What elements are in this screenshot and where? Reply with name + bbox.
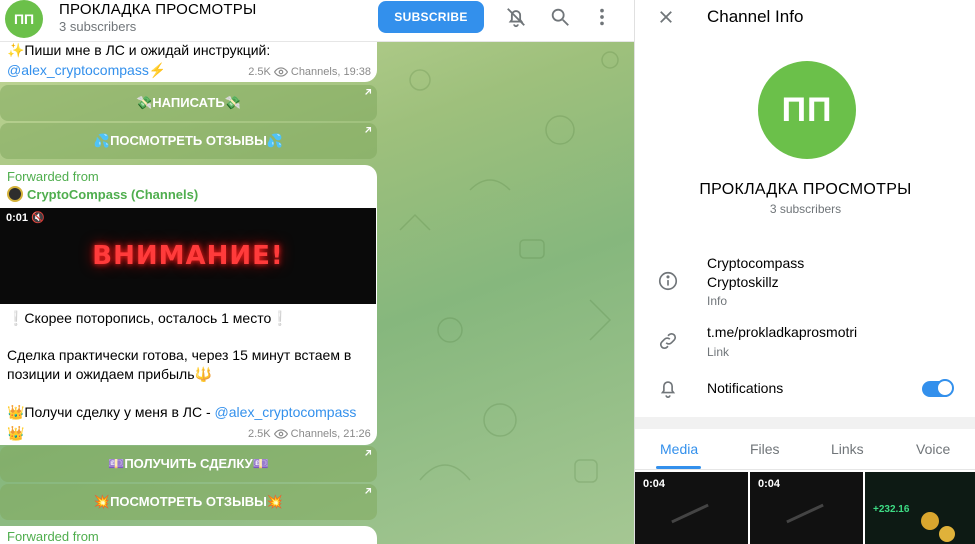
message-text: 👑Получи сделку у меня в ЛС - @alex_crypt… [7,403,375,422]
media-coin [921,512,939,530]
source-avatar [7,186,23,202]
info-label: Info [707,294,728,308]
more-vertical-icon[interactable] [591,6,613,28]
message-text: 👑 [7,425,25,441]
forwarded-source[interactable]: CryptoCompass (Channels) [7,186,198,202]
bell-off-icon[interactable] [505,6,527,28]
message-prefix: 👑Получи сделку у меня в ЛС - [7,404,215,420]
media-thumb[interactable]: +232.16 [865,472,975,544]
message-meta: 2.5K Channels, 19:38 [248,66,371,78]
eye-icon [273,429,288,439]
chat-header: ПП ПРОКЛАДКА ПРОСМОТРЫ 3 subscribers SUB… [0,0,634,42]
message-mention-line: @alex_cryptocompass⚡ [7,61,166,80]
mention-link[interactable]: @alex_cryptocompass [215,404,357,420]
views-count: 2.5K [248,428,271,440]
channel-link[interactable]: t.me/prokladkaprosmotri [707,323,857,342]
panel-title: Channel Info [707,7,804,26]
channel-avatar[interactable]: ПП [5,0,43,38]
external-arrow-icon [365,88,372,95]
reviews-button-label: 💦ПОСМОТРЕТЬ ОТЗЫВЫ💦 [93,133,284,148]
eye-icon [273,67,288,77]
media-streak [786,503,824,524]
message-text: ✨Пиши мне в ЛС и ожидай инструкций: [7,42,271,58]
media-duration: 0:04 [758,478,781,490]
channel-info-panel: Channel Info ПП ПРОКЛАДКА ПРОСМОТРЫ 3 su… [634,0,975,544]
reviews-button-label: 💥ПОСМОТРЕТЬ ОТЗЫВЫ💥 [93,494,284,509]
message-time: Channels, 19:38 [290,66,371,78]
channel-avatar-large[interactable]: ПП [758,61,856,159]
notifications-toggle[interactable] [922,379,954,397]
link-label: Link [707,345,730,359]
message-text: Сделка практически готова, через 15 мину… [7,347,352,382]
get-deal-button-label: 💷ПОЛУЧИТЬ СДЕЛКУ💷 [108,456,269,471]
external-arrow-icon [365,449,372,456]
tabs-border [635,469,975,470]
tab-voice[interactable]: Voice [916,441,950,457]
channel-name: ПРОКЛАДКА ПРОСМОТРЫ [699,181,912,198]
subscribe-button[interactable]: SUBSCRIBE [378,1,484,33]
message-bubble: Forwarded from [0,526,377,544]
tab-links[interactable]: Links [831,441,864,457]
mention-suffix: ⚡ [148,62,167,78]
video-duration: 0:01 🔇 [6,212,45,224]
get-deal-button[interactable]: 💷ПОЛУЧИТЬ СДЕЛКУ💷 [0,446,377,482]
bell-icon [660,381,676,398]
media-thumb[interactable]: 0:04 [635,472,748,544]
channel-subscribers: 3 subscribers [59,19,137,34]
notifications-label: Notifications [707,380,784,396]
media-streak [671,503,709,524]
media-duration: 0:04 [643,478,666,490]
message-meta: 2.5K Channels, 21:26 [248,428,371,440]
media-caption: +232.16 [873,504,910,515]
write-button-label: 💸НАПИСАТЬ💸 [136,95,241,110]
forwarded-source-name: CryptoCompass (Channels) [27,186,199,202]
chat-area: ПП ПРОКЛАДКА ПРОСМОТРЫ 3 subscribers SUB… [0,0,634,544]
tab-files[interactable]: Files [750,441,780,457]
reviews-button[interactable]: 💦ПОСМОТРЕТЬ ОТЗЫВЫ💦 [0,123,377,159]
search-icon[interactable] [549,6,571,28]
info-line: Cryptoskillz [707,274,779,290]
mention-link[interactable]: @alex_cryptocompass [7,62,149,78]
section-divider [635,417,975,429]
media-thumb[interactable]: 0:04 [750,472,863,544]
message-time: Channels, 21:26 [290,428,371,440]
forwarded-label: Forwarded from [7,529,99,544]
write-button[interactable]: 💸НАПИСАТЬ💸 [0,85,377,121]
muted-icon[interactable]: 🔇 [31,212,45,224]
channel-subscribers: 3 subscribers [769,202,842,216]
media-coin [939,526,955,542]
video-preview[interactable]: 0:01 🔇 ВНИМАНИЕ! [0,208,376,304]
reviews-button[interactable]: 💥ПОСМОТРЕТЬ ОТЗЫВЫ💥 [0,484,377,520]
views-count: 2.5K [248,66,271,78]
video-title-text: ВНИМАНИЕ! [92,241,284,271]
link-icon [659,332,677,350]
external-arrow-icon [365,487,372,494]
info-line: Cryptocompass [707,255,805,271]
channel-title[interactable]: ПРОКЛАДКА ПРОСМОТРЫ [59,1,256,18]
info-icon [658,271,678,291]
forwarded-label: Forwarded from [7,169,99,184]
message-text: ❕Скорее поторопись, осталось 1 место❕ [7,310,289,326]
close-icon[interactable] [657,8,675,26]
external-arrow-icon [365,126,372,133]
tab-media[interactable]: Media [660,441,698,457]
toggle-knob [936,379,954,397]
